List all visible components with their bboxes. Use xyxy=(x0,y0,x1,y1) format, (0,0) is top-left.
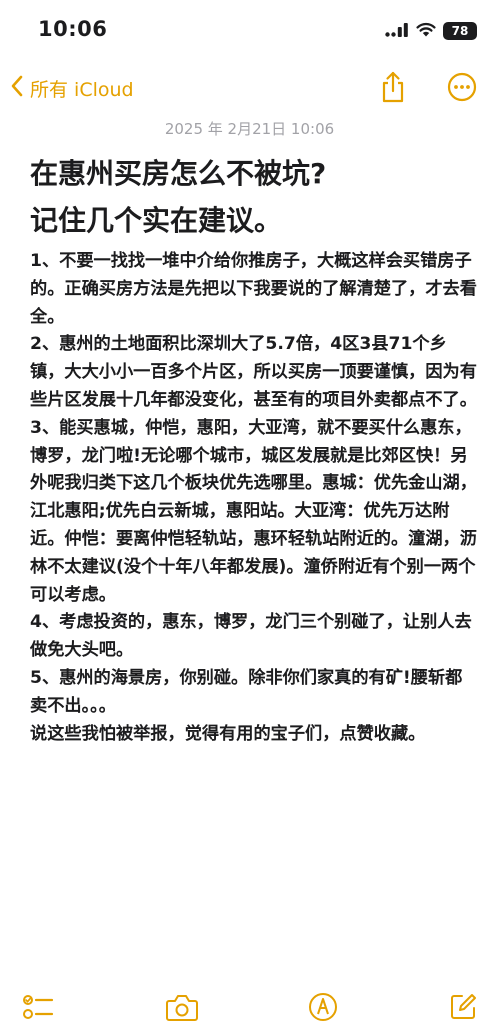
note-title[interactable]: 在惠州买房怎么不被坑? 记住几个实在建议。 xyxy=(30,150,478,244)
note-paragraph: 3、能买惠城，仲恺，惠阳，大亚湾，就不要买什么惠东，博罗，龙门啦!无论哪个城市，… xyxy=(30,417,477,605)
note-paragraph: 5、惠州的海景房，你别碰。除非你们家真的有矿!腰斩都卖不出。。。 xyxy=(30,667,463,716)
note-paragraph: 2、惠州的土地面积比深圳大了5.7倍，4区3县71个乡镇，大大小小一百多个片区，… xyxy=(30,334,477,410)
chevron-left-icon xyxy=(10,74,24,102)
back-button[interactable]: 所有 iCloud xyxy=(10,74,134,102)
share-icon[interactable] xyxy=(379,70,407,104)
note-title-line: 记住几个实在建议。 xyxy=(30,204,283,237)
compose-icon[interactable] xyxy=(448,992,478,1022)
status-indicators: 78 xyxy=(385,20,477,42)
note-paragraph: 4、考虑投资的，惠东，博罗，龙门三个别碰了，让别人去做免大头吧。 xyxy=(30,612,472,661)
battery-level: 78 xyxy=(451,24,469,38)
checklist-icon[interactable] xyxy=(22,992,54,1022)
camera-icon[interactable] xyxy=(165,992,199,1022)
nav-actions xyxy=(379,70,477,104)
cellular-signal-icon xyxy=(385,22,409,41)
note-paragraph: 1、不要一找找一堆中介给你推房子，大概这样会买错房子的。正确买房方法是先把以下我… xyxy=(30,251,477,327)
wifi-icon xyxy=(416,22,436,41)
battery-indicator: 78 xyxy=(443,22,477,40)
markup-pen-icon[interactable] xyxy=(308,992,338,1022)
note-date: 2025 年 2月21日 10:06 xyxy=(164,120,335,138)
ellipsis-circle-icon[interactable] xyxy=(447,72,477,102)
status-bar: 10:06 78 xyxy=(0,0,499,60)
nav-bar: 所有 iCloud xyxy=(0,66,499,114)
status-time: 10:06 xyxy=(38,17,108,41)
bottom-toolbar xyxy=(0,986,499,1030)
note-paragraph: 说这些我怕被举报，觉得有用的宝子们，点赞收藏。 xyxy=(30,723,426,744)
note-body[interactable]: 1、不要一找找一堆中介给你推房子，大概这样会买错房子的。正确买房方法是先把以下我… xyxy=(30,248,478,748)
back-button-label: 所有 iCloud xyxy=(30,78,134,101)
note-title-line: 在惠州买房怎么不被坑? xyxy=(30,157,327,190)
